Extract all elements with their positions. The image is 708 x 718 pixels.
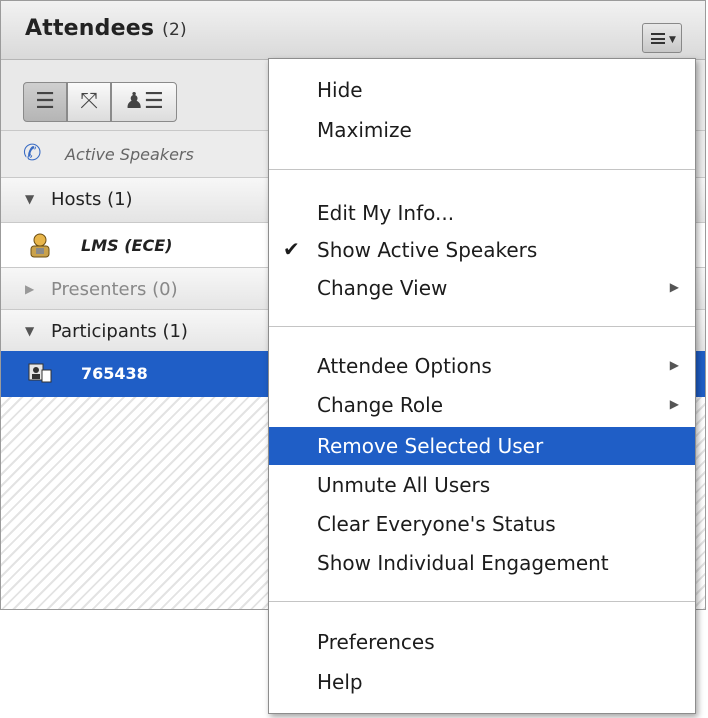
pod-titlebar: Attendees (2) ▼ [1, 1, 705, 60]
submenu-arrow-icon: ▶ [669, 280, 679, 294]
role-view-button[interactable]: ♟☰ [111, 82, 177, 122]
active-speakers-label: Active Speakers [65, 145, 194, 164]
list-view-icon: ☰ [35, 89, 55, 114]
grid-view-button[interactable]: ⤧ [67, 82, 111, 122]
pod-title-text: Attendees [25, 16, 155, 41]
list-view-button[interactable]: ☰ [23, 82, 67, 122]
menu-item-change-role[interactable]: Change Role ▶ [269, 386, 695, 424]
menu-item-label: Edit My Info... [317, 201, 455, 225]
group-label: Hosts (1) [51, 189, 133, 210]
menu-item-label: Change View [317, 276, 448, 300]
menu-item-edit-my-info[interactable]: Edit My Info... [269, 194, 695, 232]
menu-item-hide[interactable]: Hide [269, 71, 695, 109]
pod-options-menu: Hide Maximize Edit My Info... ✔ Show Act… [268, 58, 696, 714]
menu-item-show-active-speakers[interactable]: ✔ Show Active Speakers [269, 231, 695, 269]
menu-item-help[interactable]: Help [269, 663, 695, 701]
phone-icon: ✆ [23, 141, 42, 166]
group-label: Presenters (0) [51, 279, 178, 300]
chevron-down-icon: ▼ [669, 35, 676, 45]
menu-separator [269, 169, 695, 170]
menu-item-label: Hide [317, 78, 363, 102]
menu-item-label: Help [317, 670, 363, 694]
menu-item-unmute-all-users[interactable]: Unmute All Users [269, 466, 695, 504]
menu-item-change-view[interactable]: Change View ▶ [269, 269, 695, 307]
participant-user-icon [28, 363, 52, 383]
menu-separator [269, 326, 695, 327]
submenu-arrow-icon: ▶ [669, 397, 679, 411]
user-list-icon: ♟☰ [124, 89, 164, 114]
menu-icon [651, 33, 665, 44]
menu-item-label: Preferences [317, 630, 435, 654]
expanded-triangle-icon: ▼ [25, 324, 35, 338]
menu-item-label: Attendee Options [317, 354, 492, 378]
menu-item-remove-selected-user[interactable]: Remove Selected User [269, 427, 695, 465]
menu-item-show-individual-engagement[interactable]: Show Individual Engagement [269, 544, 695, 582]
attendee-count: (2) [162, 20, 187, 40]
expanded-triangle-icon: ▼ [25, 192, 35, 206]
menu-item-label: Maximize [317, 118, 412, 142]
menu-item-label: Show Individual Engagement [317, 551, 609, 575]
menu-item-label: Change Role [317, 393, 444, 417]
menu-separator [269, 601, 695, 602]
menu-item-label: Unmute All Users [317, 473, 491, 497]
menu-item-maximize[interactable]: Maximize [269, 111, 695, 149]
menu-item-label: Remove Selected User [317, 434, 544, 458]
menu-item-attendee-options[interactable]: Attendee Options ▶ [269, 347, 695, 385]
submenu-arrow-icon: ▶ [669, 358, 679, 372]
menu-item-clear-everyones-status[interactable]: Clear Everyone's Status [269, 505, 695, 543]
expand-icon: ⤧ [80, 89, 98, 114]
collapsed-triangle-icon: ▶ [25, 282, 35, 296]
host-user-icon [30, 233, 50, 258]
pod-title: Attendees (2) [25, 16, 187, 41]
checkmark-icon: ✔ [283, 237, 300, 261]
menu-item-preferences[interactable]: Preferences [269, 623, 695, 661]
pod-options-button[interactable]: ▼ [642, 23, 682, 53]
attendee-name: LMS (ECE) [81, 236, 173, 255]
attendee-name: 765438 [81, 364, 148, 383]
menu-item-label: Show Active Speakers [317, 238, 538, 262]
menu-item-label: Clear Everyone's Status [317, 512, 556, 536]
group-label: Participants (1) [51, 321, 188, 342]
